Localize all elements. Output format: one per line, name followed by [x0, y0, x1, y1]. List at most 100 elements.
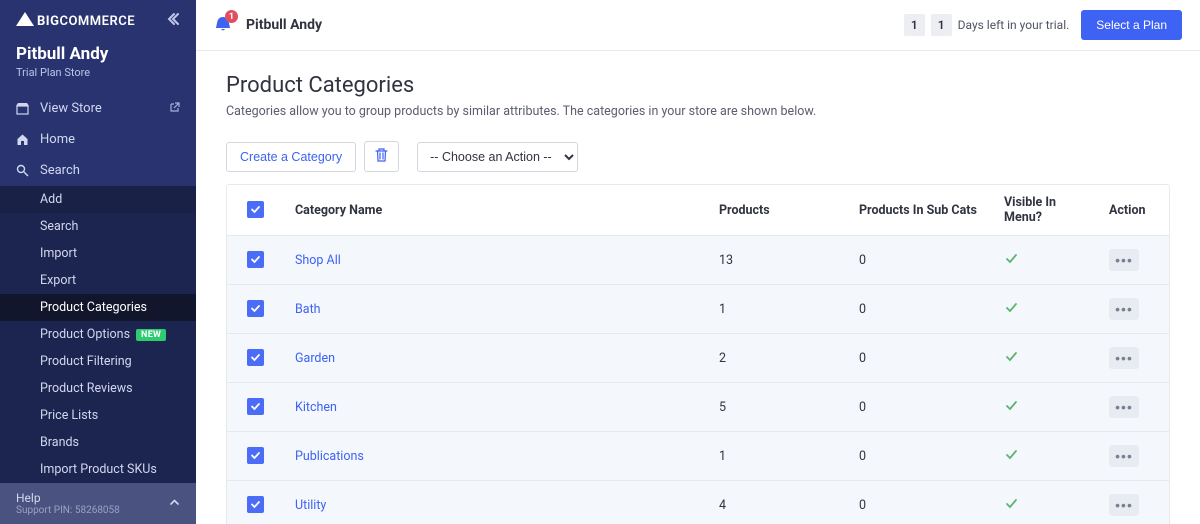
subnav-export[interactable]: Export [0, 267, 196, 294]
subcats-count-cell: 0 [847, 383, 992, 432]
more-dots-icon: ••• [1115, 252, 1133, 268]
check-icon [250, 401, 261, 412]
header-checkbox-cell [227, 185, 283, 236]
visible-cell [992, 285, 1097, 334]
category-link[interactable]: Bath [295, 302, 321, 317]
category-name-cell: Bath [283, 285, 707, 334]
categories-table: Category Name Products Products In Sub C… [227, 185, 1169, 524]
toolbar: Create a Category -- Choose an Action -- [226, 141, 1170, 172]
home-icon [16, 133, 34, 146]
check-icon [250, 450, 261, 461]
row-checkbox[interactable] [247, 398, 264, 415]
action-cell: ••• [1097, 383, 1169, 432]
products-count-cell: 13 [707, 236, 847, 285]
category-link[interactable]: Shop All [295, 253, 341, 268]
sidebar-footer[interactable]: Help Support PIN: 58268058 [0, 483, 196, 524]
row-actions-button[interactable]: ••• [1109, 347, 1139, 369]
row-checkbox[interactable] [247, 251, 264, 268]
store-info: Pitbull Andy Trial Plan Store [0, 44, 196, 93]
visible-check-icon [1004, 402, 1019, 417]
subnav-import[interactable]: Import [0, 240, 196, 267]
delete-button[interactable] [364, 141, 399, 172]
subnav-product-options[interactable]: Product Options NEW [0, 321, 196, 348]
category-link[interactable]: Utility [295, 498, 326, 513]
search-icon [16, 164, 34, 177]
action-cell: ••• [1097, 236, 1169, 285]
notification-count-badge: 1 [225, 10, 238, 23]
category-name-cell: Utility [283, 481, 707, 524]
row-actions-button[interactable]: ••• [1109, 298, 1139, 320]
nav-home[interactable]: Home [0, 124, 196, 155]
sidebar: BIGCOMMERCE Pitbull Andy Trial Plan Stor… [0, 0, 196, 524]
subnav-label: Product Categories [40, 300, 147, 315]
select-plan-button[interactable]: Select a Plan [1081, 10, 1182, 40]
products-count-cell: 1 [707, 432, 847, 481]
row-checkbox[interactable] [247, 496, 264, 513]
row-checkbox-cell [227, 383, 283, 432]
sidebar-header: BIGCOMMERCE [0, 0, 196, 44]
subnav-label: Search [40, 219, 78, 234]
category-link[interactable]: Garden [295, 351, 335, 366]
table-row: Kitchen50••• [227, 383, 1169, 432]
row-checkbox[interactable] [247, 447, 264, 464]
collapse-sidebar-button[interactable] [166, 12, 180, 30]
category-name-cell: Publications [283, 432, 707, 481]
header-products: Products [707, 185, 847, 236]
subnav-import-skus[interactable]: Import Product SKUs [0, 456, 196, 483]
subnav-price-lists[interactable]: Price Lists [0, 402, 196, 429]
nav-label: Home [40, 132, 180, 147]
help-block: Help Support PIN: 58268058 [16, 491, 120, 516]
visible-cell [992, 383, 1097, 432]
category-link[interactable]: Publications [295, 449, 364, 464]
create-category-button[interactable]: Create a Category [226, 142, 356, 172]
more-dots-icon: ••• [1115, 301, 1133, 317]
subnav-search[interactable]: Search [0, 213, 196, 240]
row-actions-button[interactable]: ••• [1109, 445, 1139, 467]
new-badge: NEW [136, 329, 166, 341]
visible-cell [992, 334, 1097, 383]
more-dots-icon: ••• [1115, 448, 1133, 464]
subnav-product-reviews[interactable]: Product Reviews [0, 375, 196, 402]
header-visible: Visible In Menu? [992, 185, 1097, 236]
subcats-count-cell: 0 [847, 285, 992, 334]
visible-cell [992, 236, 1097, 285]
header-action: Action [1097, 185, 1169, 236]
visible-check-icon [1004, 451, 1019, 466]
visible-check-icon [1004, 255, 1019, 270]
more-dots-icon: ••• [1115, 350, 1133, 366]
row-actions-button[interactable]: ••• [1109, 494, 1139, 516]
select-all-checkbox[interactable] [247, 201, 264, 218]
more-dots-icon: ••• [1115, 497, 1133, 513]
action-cell: ••• [1097, 285, 1169, 334]
row-actions-button[interactable]: ••• [1109, 396, 1139, 418]
support-pin: Support PIN: 58268058 [16, 505, 120, 516]
choose-action-select[interactable]: -- Choose an Action -- [417, 142, 578, 172]
logo[interactable]: BIGCOMMERCE [16, 12, 135, 30]
notifications-button[interactable]: 1 [214, 14, 232, 36]
subnav-label: Product Options [40, 327, 130, 342]
category-link[interactable]: Kitchen [295, 400, 337, 415]
store-name: Pitbull Andy [16, 44, 180, 64]
nav-view-store[interactable]: View Store [0, 93, 196, 124]
subnav-add[interactable]: Add [0, 186, 196, 213]
content: Product Categories Categories allow you … [196, 51, 1200, 524]
nav-search[interactable]: Search [0, 155, 196, 186]
row-actions-button[interactable]: ••• [1109, 249, 1139, 271]
category-name-cell: Garden [283, 334, 707, 383]
row-checkbox[interactable] [247, 349, 264, 366]
subnav-brands[interactable]: Brands [0, 429, 196, 456]
visible-cell [992, 432, 1097, 481]
logo-text-bold: BIG [37, 14, 59, 29]
products-count-cell: 1 [707, 285, 847, 334]
action-cell: ••• [1097, 481, 1169, 524]
chevron-up-icon [169, 497, 180, 511]
trial-info: 1 1 Days left in your trial. [904, 14, 1069, 36]
trial-digit: 1 [931, 14, 952, 36]
store-icon [16, 102, 34, 115]
row-checkbox[interactable] [247, 300, 264, 317]
visible-check-icon [1004, 353, 1019, 368]
subnav-label: Import [40, 246, 77, 261]
subnav-product-filtering[interactable]: Product Filtering [0, 348, 196, 375]
subnav-product-categories[interactable]: Product Categories [0, 294, 196, 321]
category-name-cell: Kitchen [283, 383, 707, 432]
